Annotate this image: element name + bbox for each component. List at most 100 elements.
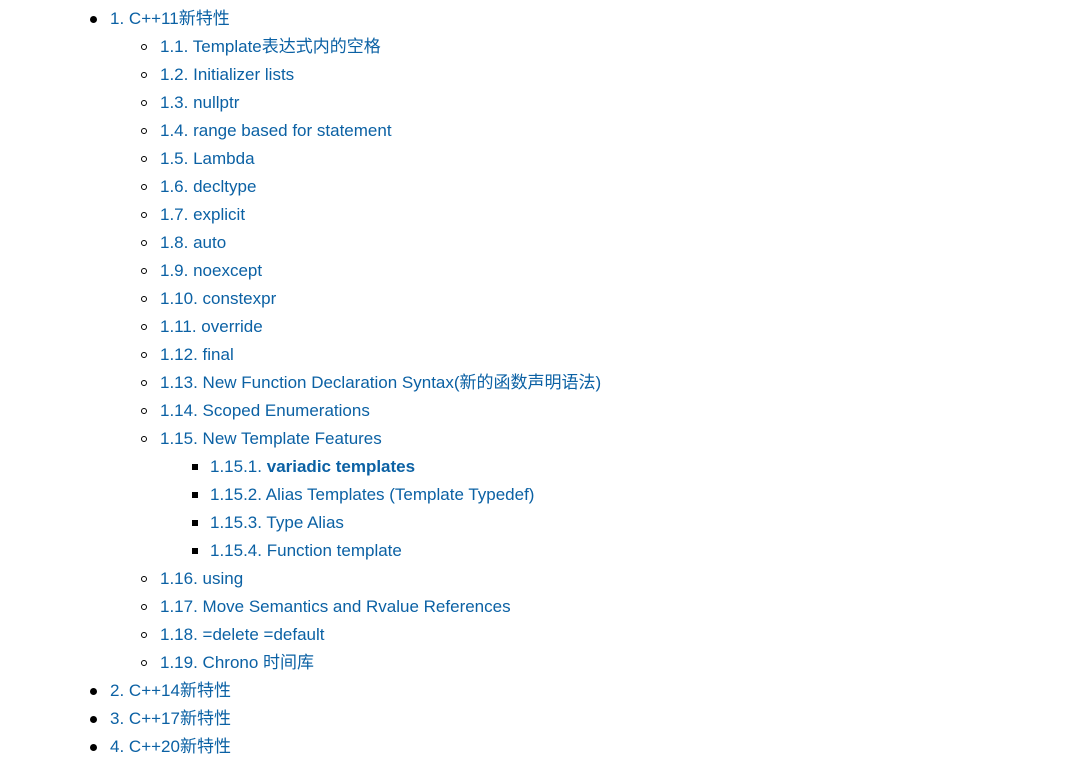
toc-number: 1.15. [160,429,198,448]
toc-link[interactable]: 3. C++17新特性 [110,709,231,728]
toc-number: 1.4. [160,121,189,140]
toc-title: Template表达式内的空格 [192,37,381,56]
toc-link[interactable]: 1.15.2. Alias Templates (Template Typede… [210,485,534,504]
bullet-square-icon [192,548,198,554]
toc-title: using [202,569,244,588]
toc-link[interactable]: 1.11. override [160,317,263,336]
toc-number: 1.14. [160,401,198,420]
toc-number: 1.13. [160,373,198,392]
bullet-disc-icon [90,744,97,751]
toc-link[interactable]: 1.4. range based for statement [160,121,392,140]
toc-number: 1.3. [160,93,189,112]
toc-link[interactable]: 1.10. constexpr [160,289,276,308]
toc-title: explicit [193,205,246,224]
toc-number: 3. [110,709,125,728]
toc-title: Scoped Enumerations [202,401,370,420]
toc-link[interactable]: 1.18. =delete =default [160,625,325,644]
toc-title: C++14新特性 [128,681,231,700]
bullet-circle-icon [141,44,147,50]
toc-item: 1.7. explicit [0,201,1080,229]
toc-item: 1.9. noexcept [0,257,1080,285]
toc-link[interactable]: 4. C++20新特性 [110,737,231,756]
toc-title: Initializer lists [193,65,295,84]
toc-link[interactable]: 1.2. Initializer lists [160,65,294,84]
toc-link[interactable]: 1.19. Chrono 时间库 [160,653,314,672]
toc-number: 1.8. [160,233,189,252]
toc-item: 1.4. range based for statement [0,117,1080,145]
toc-number: 1.16. [160,569,198,588]
toc-number: 1.1. [160,37,189,56]
toc-title: C++20新特性 [128,737,231,756]
toc-item: 1.15. New Template Features [0,425,1080,453]
bullet-circle-icon [141,380,147,386]
toc-title: Chrono 时间库 [202,653,315,672]
toc-link[interactable]: 1.8. auto [160,233,226,252]
toc-link[interactable]: 1.12. final [160,345,234,364]
toc-title: Lambda [193,149,255,168]
bullet-circle-icon [141,212,147,218]
bullet-circle-icon [141,632,147,638]
toc-title: New Template Features [202,429,382,448]
toc-link[interactable]: 1.3. nullptr [160,93,239,112]
toc-item: 1.8. auto [0,229,1080,257]
bullet-circle-icon [141,100,147,106]
toc-title: =delete =default [202,625,325,644]
toc-item: 2. C++14新特性 [0,677,1080,705]
bullet-circle-icon [141,604,147,610]
bullet-square-icon [192,492,198,498]
toc-item: 4. C++20新特性 [0,733,1080,761]
toc-number: 1.18. [160,625,198,644]
toc-link[interactable]: 1.15. New Template Features [160,429,382,448]
toc-title: New Function Declaration Syntax(新的函数声明语法… [202,373,602,392]
toc-number: 1.17. [160,597,198,616]
toc-link[interactable]: 2. C++14新特性 [110,681,231,700]
toc-link[interactable]: 1.14. Scoped Enumerations [160,401,370,420]
toc-item: 1.10. constexpr [0,285,1080,313]
bullet-circle-icon [141,660,147,666]
toc-link[interactable]: 1.6. decltype [160,177,256,196]
toc-item: 1.18. =delete =default [0,621,1080,649]
toc-link[interactable]: 1.17. Move Semantics and Rvalue Referenc… [160,597,511,616]
toc-number: 1.15.3. [210,513,262,532]
toc-link[interactable]: 1.15.3. Type Alias [210,513,344,532]
bullet-circle-icon [141,296,147,302]
toc-link[interactable]: 1.15.1. variadic templates [210,457,415,476]
bullet-circle-icon [141,436,147,442]
toc-title: Move Semantics and Rvalue References [202,597,511,616]
toc-item: 1.15.4. Function template [0,537,1080,565]
toc-link[interactable]: 1.9. noexcept [160,261,262,280]
toc-link[interactable]: 1.7. explicit [160,205,245,224]
toc-link[interactable]: 1.13. New Function Declaration Syntax(新的… [160,373,601,392]
bullet-circle-icon [141,268,147,274]
toc-title: override [201,317,263,336]
toc-link[interactable]: 1.1. Template表达式内的空格 [160,37,381,56]
toc-item: 1.16. using [0,565,1080,593]
toc-number: 1.15.2. [210,485,262,504]
toc-number: 4. [110,737,125,756]
toc-number: 1.5. [160,149,189,168]
bullet-circle-icon [141,352,147,358]
toc-number: 1.7. [160,205,189,224]
toc-title: C++17新特性 [128,709,231,728]
toc-item: 1.3. nullptr [0,89,1080,117]
bullet-circle-icon [141,408,147,414]
toc-title: final [202,345,234,364]
toc-item: 1.15.2. Alias Templates (Template Typede… [0,481,1080,509]
bullet-square-icon [192,464,198,470]
toc-title: Function template [266,541,402,560]
bullet-circle-icon [141,128,147,134]
bullet-disc-icon [90,16,97,23]
toc-link[interactable]: 1.16. using [160,569,243,588]
toc-number: 1.15.4. [210,541,262,560]
toc-link[interactable]: 1. C++11新特性 [110,9,230,28]
toc-title: noexcept [193,261,263,280]
bullet-disc-icon [90,716,97,723]
toc-link[interactable]: 1.15.4. Function template [210,541,402,560]
toc-title: C++11新特性 [128,9,230,28]
table-of-contents: 1. C++11新特性 1.1. Template表达式内的空格 1.2. Init… [0,5,1080,761]
toc-title: nullptr [193,93,240,112]
toc-item: 1.12. final [0,341,1080,369]
toc-item: 1.15.1. variadic templates [0,453,1080,481]
toc-link[interactable]: 1.5. Lambda [160,149,255,168]
bullet-disc-icon [90,688,97,695]
